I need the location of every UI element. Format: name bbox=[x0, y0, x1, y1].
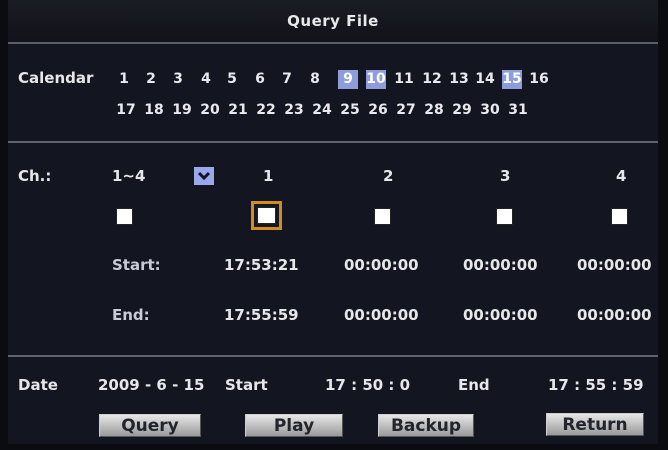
channel-header-2: 2 bbox=[383, 167, 394, 185]
start-time-ch2: 00:00:00 bbox=[344, 256, 419, 274]
start-time-label: Start bbox=[225, 376, 268, 394]
calendar-day-12[interactable]: 12 bbox=[422, 70, 442, 89]
date-value: 2009 - 6 - 15 bbox=[98, 376, 205, 394]
chevron-down-icon bbox=[197, 171, 211, 181]
calendar-day-29[interactable]: 29 bbox=[452, 101, 472, 120]
channel-dropdown[interactable] bbox=[194, 167, 214, 185]
calendar-day-9[interactable]: 9 bbox=[338, 70, 358, 89]
divider bbox=[8, 141, 658, 143]
calendar-day-7[interactable]: 7 bbox=[277, 70, 297, 89]
calendar-day-8[interactable]: 8 bbox=[305, 70, 325, 89]
channel-range: 1~4 bbox=[112, 167, 146, 185]
calendar-day-24[interactable]: 24 bbox=[312, 101, 332, 120]
channel-2-checkbox[interactable] bbox=[374, 208, 391, 225]
calendar-day-17[interactable]: 17 bbox=[116, 101, 136, 120]
channel-all-checkbox[interactable] bbox=[116, 208, 133, 225]
calendar-day-18[interactable]: 18 bbox=[144, 101, 164, 120]
calendar-day-21[interactable]: 21 bbox=[228, 101, 248, 120]
start-time-value: 17 : 50 : 0 bbox=[325, 376, 411, 394]
calendar-day-5[interactable]: 5 bbox=[222, 70, 242, 89]
calendar-day-30[interactable]: 30 bbox=[480, 101, 500, 120]
calendar-day-31[interactable]: 31 bbox=[508, 101, 528, 120]
play-button[interactable]: Play bbox=[245, 414, 343, 437]
end-label: End: bbox=[112, 306, 150, 324]
start-time-ch3: 00:00:00 bbox=[463, 256, 538, 274]
calendar-day-26[interactable]: 26 bbox=[368, 101, 388, 120]
calendar-day-11[interactable]: 11 bbox=[394, 70, 414, 89]
calendar-label: Calendar bbox=[18, 69, 94, 87]
channel-3-checkbox[interactable] bbox=[496, 208, 513, 225]
calendar-day-19[interactable]: 19 bbox=[172, 101, 192, 120]
calendar-day-3[interactable]: 3 bbox=[168, 70, 188, 89]
end-time-value: 17 : 55 : 59 bbox=[548, 376, 644, 394]
channel-header-3: 3 bbox=[500, 167, 511, 185]
calendar-day-28[interactable]: 28 bbox=[424, 101, 444, 120]
start-time-ch4: 00:00:00 bbox=[577, 256, 652, 274]
calendar-day-2[interactable]: 2 bbox=[141, 70, 161, 89]
start-label: Start: bbox=[112, 256, 161, 274]
calendar-day-23[interactable]: 23 bbox=[284, 101, 304, 120]
divider bbox=[8, 355, 658, 357]
backup-button[interactable]: Backup bbox=[378, 414, 474, 437]
calendar-day-14[interactable]: 14 bbox=[475, 70, 495, 89]
calendar-day-20[interactable]: 20 bbox=[200, 101, 220, 120]
window-title: Query File bbox=[8, 0, 658, 44]
calendar-day-10[interactable]: 10 bbox=[366, 70, 386, 89]
calendar-day-13[interactable]: 13 bbox=[449, 70, 469, 89]
end-time-ch4: 00:00:00 bbox=[577, 306, 652, 324]
channel-header-4: 4 bbox=[616, 167, 627, 185]
calendar-day-25[interactable]: 25 bbox=[340, 101, 360, 120]
calendar-day-6[interactable]: 6 bbox=[250, 70, 270, 89]
query-button[interactable]: Query bbox=[99, 414, 201, 437]
return-button[interactable]: Return bbox=[546, 413, 644, 436]
date-label: Date bbox=[18, 376, 58, 394]
channel-label: Ch.: bbox=[18, 167, 52, 185]
channel-4-checkbox[interactable] bbox=[611, 208, 628, 225]
end-time-ch3: 00:00:00 bbox=[463, 306, 538, 324]
end-time-ch2: 00:00:00 bbox=[344, 306, 419, 324]
calendar-day-1[interactable]: 1 bbox=[114, 70, 134, 89]
end-time-ch1: 17:55:59 bbox=[224, 306, 299, 324]
calendar-day-16[interactable]: 16 bbox=[529, 70, 549, 89]
channel-1-checkbox[interactable] bbox=[251, 201, 282, 230]
calendar-day-22[interactable]: 22 bbox=[256, 101, 276, 120]
channel-header-1: 1 bbox=[263, 167, 274, 185]
calendar-day-4[interactable]: 4 bbox=[196, 70, 216, 89]
calendar-day-15[interactable]: 15 bbox=[502, 70, 522, 89]
query-file-window: Query File Calendar Ch.: 1~4 1 2 3 4 Sta… bbox=[0, 0, 668, 450]
end-time-label: End bbox=[458, 376, 490, 394]
start-time-ch1: 17:53:21 bbox=[224, 256, 299, 274]
checkbox-box bbox=[257, 207, 276, 224]
calendar-day-27[interactable]: 27 bbox=[396, 101, 416, 120]
query-panel: Calendar Ch.: 1~4 1 2 3 4 Start: 17:53:2… bbox=[8, 44, 658, 444]
